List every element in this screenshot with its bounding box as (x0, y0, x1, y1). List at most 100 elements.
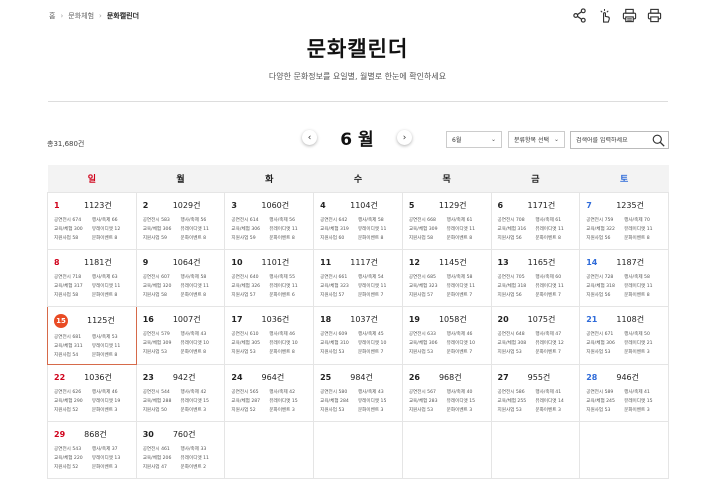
category-count[interactable]: 공연전시 567 (409, 389, 447, 397)
calendar-day-cell[interactable]: 27 955건 공연전시 586 행사/축제 41 교육/체험 255 뮤레이디앳 14 지… (490, 363, 581, 422)
category-count[interactable]: 문화이벤트 7 (447, 292, 485, 300)
category-count[interactable]: 뮤레이디앳 11 (535, 226, 573, 234)
calendar-day-cell[interactable]: 30 760건 공연전시 461 행사/축제 33 교육/체험 206 뮤레이디앳 11 지… (135, 420, 226, 479)
category-count[interactable]: 공연전시 685 (409, 274, 447, 282)
calendar-day-cell[interactable]: 13 1165건 공연전시 705 행사/축제 60 교육/체험 318 뮤레이디앳 11… (490, 248, 581, 307)
share-icon[interactable] (571, 7, 587, 23)
category-count[interactable]: 지원사업 56 (586, 292, 624, 300)
category-count[interactable]: 행사/축제 46 (92, 389, 130, 397)
calendar-day-cell[interactable]: 21 1108건 공연전시 671 행사/축제 50 교육/체험 306 뮤레이디앳 21… (579, 305, 669, 365)
category-count[interactable]: 지원사업 53 (320, 407, 358, 415)
category-count[interactable]: 지원사업 53 (320, 349, 358, 357)
category-count[interactable]: 행사/축제 46 (269, 331, 307, 339)
category-count[interactable]: 문화이벤트 8 (181, 349, 219, 357)
category-count[interactable]: 공연전시 544 (143, 389, 181, 397)
calendar-day-cell[interactable]: 5 1129건 공연전시 668 행사/축제 61 교육/체험 309 뮤레이디앳 11 지… (401, 191, 492, 250)
category-count[interactable]: 문화이벤트 3 (92, 464, 130, 472)
category-count[interactable]: 공연전시 543 (54, 446, 92, 454)
category-count[interactable]: 문화이벤트 8 (269, 349, 307, 357)
category-count[interactable]: 지원사업 53 (143, 349, 181, 357)
category-count[interactable]: 행사/축제 58 (358, 217, 396, 225)
category-count[interactable]: 뮤레이디앳 11 (269, 283, 307, 291)
category-count[interactable]: 교육/체험 318 (498, 283, 536, 291)
category-count[interactable]: 지원사업 57 (231, 292, 269, 300)
category-count[interactable]: 행사/축제 41 (624, 389, 662, 397)
category-count[interactable]: 지원사업 47 (143, 464, 181, 472)
category-count[interactable]: 공연전시 579 (143, 331, 181, 339)
category-count[interactable]: 공연전시 607 (143, 274, 181, 282)
category-count[interactable]: 행사/축제 50 (624, 331, 662, 339)
category-count[interactable]: 교육/체험 306 (143, 226, 181, 234)
category-count[interactable]: 교육/체험 323 (320, 283, 358, 291)
calendar-day-cell[interactable]: 11 1117건 공연전시 661 행사/축제 54 교육/체험 323 뮤레이디앳 11… (313, 248, 403, 307)
category-count[interactable]: 뮤레이디앳 15 (269, 398, 307, 406)
category-count[interactable]: 공연전시 633 (409, 331, 447, 339)
category-count[interactable]: 문화이벤트 3 (447, 407, 485, 415)
category-count[interactable]: 문화이벤트 8 (92, 235, 130, 243)
category-count[interactable]: 뮤레이디앳 21 (624, 340, 662, 348)
category-count[interactable]: 공연전시 718 (54, 274, 92, 282)
category-count[interactable]: 문화이벤트 8 (181, 292, 219, 300)
category-count[interactable]: 문화이벤트 7 (358, 292, 396, 300)
calendar-day-cell[interactable]: 25 984건 공연전시 580 행사/축제 43 교육/체험 284 뮤레이디앳 15 지… (313, 363, 403, 422)
category-count[interactable]: 교육/체험 318 (586, 283, 624, 291)
calendar-day-cell[interactable]: 16 1007건 공연전시 579 행사/축제 43 교육/체험 309 뮤레이디앳 10… (135, 305, 226, 365)
category-count[interactable]: 문화이벤트 8 (358, 235, 396, 243)
category-count[interactable]: 뮤레이디앳 11 (358, 226, 396, 234)
category-count[interactable]: 교육/체험 283 (409, 398, 447, 406)
category-count[interactable]: 행사/축제 41 (535, 389, 573, 397)
category-count[interactable]: 공연전시 759 (586, 217, 624, 225)
calendar-day-cell[interactable]: 23 942건 공연전시 544 행사/축제 42 교육/체험 288 뮤레이디앳 15 지… (135, 363, 226, 422)
calendar-day-cell[interactable]: 26 968건 공연전시 567 행사/축제 40 교육/체험 283 뮤레이디앳 15 지… (401, 363, 492, 422)
calendar-day-cell[interactable]: 1 1123건 공연전시 674 행사/축제 66 교육/체험 300 뮤레이디앳 12 지… (47, 191, 137, 250)
calendar-day-cell[interactable]: 28 946건 공연전시 589 행사/축제 41 교육/체험 245 뮤레이디앳 15 지… (579, 363, 669, 422)
calendar-day-cell[interactable]: 15 1125건 공연전시 681 행사/축제 53 교육/체험 311 뮤레이디앳 11… (47, 305, 137, 365)
calendar-day-cell[interactable]: 8 1181건 공연전시 718 행사/축제 63 교육/체험 317 뮤레이디앳 11 지… (47, 248, 137, 307)
category-count[interactable]: 뮤레이디앳 11 (624, 283, 662, 291)
category-count[interactable]: 뮤레이디앳 11 (92, 283, 130, 291)
category-count[interactable]: 교육/체험 322 (586, 226, 624, 234)
category-count[interactable]: 교육/체험 288 (143, 398, 181, 406)
category-count[interactable]: 지원사업 58 (143, 292, 181, 300)
calendar-day-cell[interactable]: 14 1187건 공연전시 728 행사/축제 58 교육/체험 318 뮤레이디앳 11… (579, 248, 669, 307)
category-count[interactable]: 행사/축제 45 (358, 331, 396, 339)
category-count[interactable]: 지원사업 52 (54, 407, 92, 415)
category-count[interactable]: 뮤레이디앳 12 (535, 340, 573, 348)
category-count[interactable]: 문화이벤트 3 (624, 407, 662, 415)
category-count[interactable]: 문화이벤트 8 (269, 235, 307, 243)
category-count[interactable]: 행사/축제 58 (624, 274, 662, 282)
category-count[interactable]: 지원사업 53 (231, 349, 269, 357)
category-count[interactable]: 교육/체험 245 (586, 398, 624, 406)
calendar-day-cell[interactable]: 24 964건 공연전시 565 행사/축제 42 교육/체험 287 뮤레이디앳 15 지… (224, 363, 315, 422)
category-count[interactable]: 문화이벤트 8 (92, 352, 130, 360)
category-count[interactable]: 뮤레이디앳 10 (358, 340, 396, 348)
category-count[interactable]: 뮤레이디앳 11 (447, 283, 485, 291)
print-icon[interactable] (646, 7, 662, 23)
category-count[interactable]: 공연전시 461 (143, 446, 181, 454)
category-count[interactable]: 지원사업 53 (409, 407, 447, 415)
category-count[interactable]: 뮤레이디앳 11 (624, 226, 662, 234)
category-count[interactable]: 행사/축제 61 (447, 217, 485, 225)
category-count[interactable]: 지원사업 57 (409, 292, 447, 300)
category-count[interactable]: 뮤레이디앳 14 (535, 398, 573, 406)
category-count[interactable]: 교육/체험 287 (231, 398, 269, 406)
category-count[interactable]: 문화이벤트 8 (624, 235, 662, 243)
category-count[interactable]: 지원사업 57 (320, 292, 358, 300)
category-count[interactable]: 뮤레이디앳 13 (92, 455, 130, 463)
category-count[interactable]: 지원사업 60 (320, 235, 358, 243)
search-input[interactable] (576, 136, 654, 144)
category-count[interactable]: 교육/체험 309 (143, 340, 181, 348)
category-count[interactable]: 공연전시 610 (231, 331, 269, 339)
category-count[interactable]: 문화이벤트 6 (269, 292, 307, 300)
category-count[interactable]: 공연전시 640 (231, 274, 269, 282)
calendar-day-cell[interactable]: 9 1064건 공연전시 607 행사/축제 58 교육/체험 320 뮤레이디앳 11 지… (135, 248, 226, 307)
category-count[interactable]: 문화이벤트 8 (447, 235, 485, 243)
category-count[interactable]: 뮤레이디앳 11 (269, 226, 307, 234)
category-count[interactable]: 교육/체험 306 (409, 340, 447, 348)
calendar-day-cell[interactable]: 3 1060건 공연전시 614 행사/축제 56 교육/체험 306 뮤레이디앳 11 지… (224, 191, 315, 250)
category-count[interactable]: 행사/축제 42 (269, 389, 307, 397)
breadcrumb-section[interactable]: 문화체험 (68, 11, 94, 21)
category-count[interactable]: 공연전시 626 (54, 389, 92, 397)
category-count[interactable]: 교육/체험 300 (54, 226, 92, 234)
category-count[interactable]: 행사/축제 63 (92, 274, 130, 282)
